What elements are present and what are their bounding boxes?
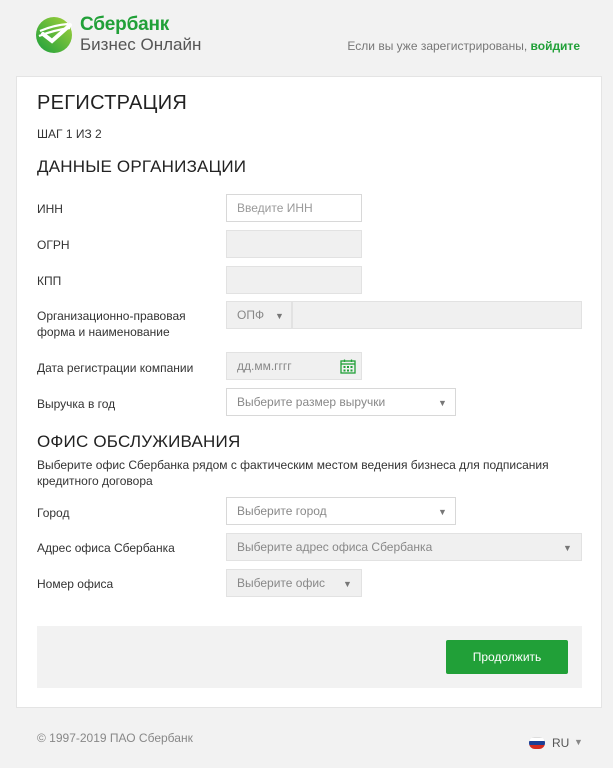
opf-select[interactable]: ОПФ ▼ bbox=[226, 301, 292, 329]
chevron-down-icon: ▼ bbox=[438, 507, 447, 517]
kpp-input[interactable] bbox=[226, 266, 362, 294]
chevron-down-icon: ▼ bbox=[574, 737, 583, 747]
continue-button[interactable]: Продолжить bbox=[446, 640, 568, 674]
header: Сбербанк Бизнес Онлайн Если вы уже зарег… bbox=[0, 0, 613, 70]
city-select[interactable]: Выберите город ▼ bbox=[226, 497, 456, 525]
brand: Сбербанк Бизнес Онлайн bbox=[80, 15, 201, 53]
opf-label: Организационно-правовая форма и наименов… bbox=[37, 308, 186, 340]
login-prompt-text: Если вы уже зарегистрированы, bbox=[347, 39, 528, 53]
address-label: Адрес офиса Сбербанка bbox=[37, 541, 175, 555]
brand-subtitle: Бизнес Онлайн bbox=[80, 35, 202, 54]
opf-select-value: ОПФ bbox=[237, 308, 265, 322]
address-select[interactable]: Выберите адрес офиса Сбербанка ▼ bbox=[226, 533, 582, 561]
inn-label: ИНН bbox=[37, 202, 63, 216]
sberbank-logo-icon bbox=[36, 17, 72, 53]
revenue-select-value: Выберите размер выручки bbox=[237, 395, 386, 409]
office-section-title: ОФИС ОБСЛУЖИВАНИЯ bbox=[37, 432, 241, 451]
office-number-label: Номер офиса bbox=[37, 577, 114, 591]
city-label: Город bbox=[37, 506, 70, 520]
russia-flag-icon bbox=[529, 737, 545, 749]
ogrn-input[interactable] bbox=[226, 230, 362, 258]
office-number-select[interactable]: Выберите офис ▼ bbox=[226, 569, 362, 597]
opf-label-line2: форма и наименование bbox=[37, 325, 170, 339]
chevron-down-icon: ▼ bbox=[438, 398, 447, 408]
reg-date-placeholder: дд.мм.гггг bbox=[237, 359, 292, 373]
office-number-select-value: Выберите офис bbox=[237, 576, 326, 590]
reg-date-label: Дата регистрации компании bbox=[37, 361, 194, 375]
login-link[interactable]: войдите bbox=[531, 39, 580, 53]
step-indicator: ШАГ 1 ИЗ 2 bbox=[37, 127, 102, 141]
brand-name: Сбербанк bbox=[80, 14, 170, 35]
calendar-icon[interactable] bbox=[340, 359, 356, 374]
opf-label-line1: Организационно-правовая bbox=[37, 309, 186, 323]
revenue-select[interactable]: Выберите размер выручки ▼ bbox=[226, 388, 456, 416]
chevron-down-icon: ▼ bbox=[343, 579, 352, 589]
inn-input[interactable] bbox=[226, 194, 362, 222]
kpp-label: КПП bbox=[37, 274, 62, 288]
org-name-input[interactable] bbox=[292, 301, 582, 329]
registration-card: РЕГИСТРАЦИЯ ШАГ 1 ИЗ 2 ДАННЫЕ ОРГАНИЗАЦИ… bbox=[16, 76, 602, 708]
city-select-value: Выберите город bbox=[237, 504, 327, 518]
action-bar: Продолжить bbox=[37, 626, 582, 688]
login-prompt: Если вы уже зарегистрированы, войдите bbox=[347, 39, 580, 53]
reg-date-input[interactable]: дд.мм.гггг bbox=[226, 352, 362, 380]
address-select-value: Выберите адрес офиса Сбербанка bbox=[237, 540, 433, 554]
revenue-label: Выручка в год bbox=[37, 397, 116, 411]
org-section-title: ДАННЫЕ ОРГАНИЗАЦИИ bbox=[37, 157, 247, 176]
language-code: RU bbox=[552, 736, 570, 750]
page-title: РЕГИСТРАЦИЯ bbox=[37, 92, 188, 114]
ogrn-label: ОГРН bbox=[37, 238, 70, 252]
chevron-down-icon: ▼ bbox=[275, 311, 284, 321]
copyright: © 1997-2019 ПАО Сбербанк bbox=[37, 731, 193, 745]
office-description: Выберите офис Сбербанка рядом с фактичес… bbox=[37, 458, 549, 488]
chevron-down-icon: ▼ bbox=[563, 543, 572, 553]
